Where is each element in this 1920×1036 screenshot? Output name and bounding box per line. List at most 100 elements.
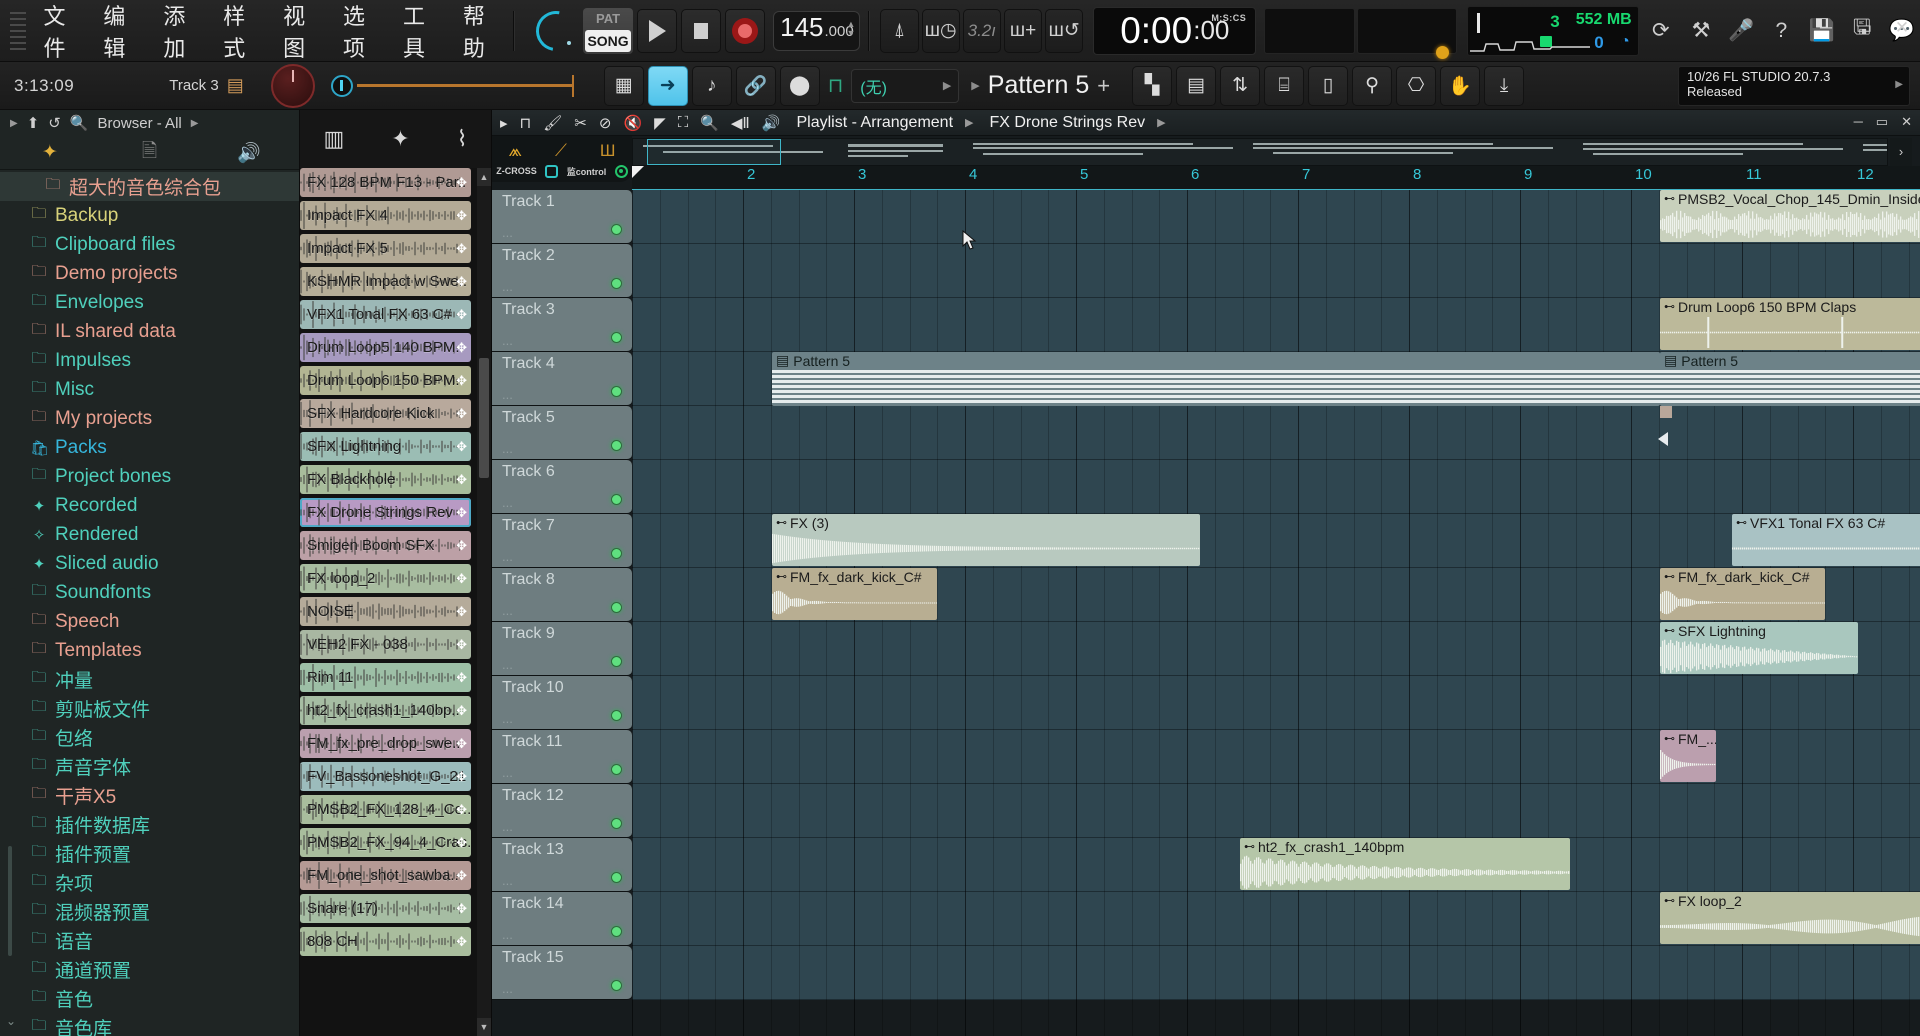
browser-item-4[interactable]: 🗀 Envelopes xyxy=(0,288,299,317)
master-volume-knob[interactable] xyxy=(527,2,584,59)
browser-item-12[interactable]: ✧ Rendered xyxy=(0,520,299,549)
playlist-audio-clip[interactable]: ⊷ FX (3) xyxy=(772,514,1200,566)
playlist-audio-clip[interactable]: ⊷FM_...ep xyxy=(1660,730,1716,782)
track-header[interactable]: Track 13... xyxy=(492,838,632,892)
browser-item-11[interactable]: ✦ Recorded xyxy=(0,491,299,520)
scroll-down-icon[interactable]: ▼ xyxy=(477,1018,491,1036)
playlist-minimize-button[interactable]: ─ xyxy=(1854,114,1863,130)
chevron-right-icon[interactable]: ▸ xyxy=(500,114,508,132)
drag-handle-icon[interactable]: ✥ xyxy=(456,604,467,620)
tap-tempo-button[interactable]: ⍋ xyxy=(880,8,919,53)
track-header[interactable]: Track 7... xyxy=(492,514,632,568)
channel-rack-button[interactable]: ▚ xyxy=(1132,65,1173,106)
menu-tools[interactable]: 工具 xyxy=(401,0,445,65)
drag-handle-icon[interactable]: ✥ xyxy=(456,571,467,587)
clip-source-row[interactable]: VEH2 FX - 038 ✥ xyxy=(300,630,471,659)
track-header[interactable]: Track 5... xyxy=(492,406,632,460)
stop-button[interactable] xyxy=(681,8,722,53)
drag-handle-icon[interactable]: ✥ xyxy=(456,307,467,323)
clip-source-row[interactable]: FV_Bassoneshot_G_21 ✥ xyxy=(300,762,471,791)
zoom-icon[interactable]: 🔍 xyxy=(700,114,719,132)
magnet-icon[interactable]: ⊓ xyxy=(520,114,532,132)
browser-item-27[interactable]: 🗀 通道预置 xyxy=(0,955,299,984)
clip-list-scrollbar[interactable]: ▲ ▼ xyxy=(477,168,491,1036)
drag-handle-icon[interactable]: ✥ xyxy=(456,208,467,224)
track-header[interactable]: Track 1... xyxy=(492,190,632,244)
browser-item-25[interactable]: 🗀 混频器预置 xyxy=(0,897,299,926)
track-enable-led[interactable] xyxy=(611,548,622,559)
browser-item-26[interactable]: 🗀 语音 xyxy=(0,926,299,955)
add-pattern-button[interactable]: + xyxy=(1097,73,1110,99)
zcross-toggle[interactable] xyxy=(545,164,559,178)
drag-handle-icon[interactable]: ✥ xyxy=(456,274,467,290)
track-header[interactable]: Track 8... xyxy=(492,568,632,622)
channel-rack-icon[interactable]: ▥ xyxy=(324,126,345,152)
drag-handle-icon[interactable]: ✥ xyxy=(456,835,467,851)
tab-audio-icon[interactable]: 🔊 xyxy=(199,141,299,165)
reset-button[interactable]: ⟳ xyxy=(1643,9,1679,53)
pattern-song-switch[interactable]: PAT SONG xyxy=(582,7,634,54)
playlist-grid-row[interactable] xyxy=(632,406,1920,460)
maximize-button[interactable]: ▭ xyxy=(1852,18,1876,38)
track-enable-led[interactable] xyxy=(611,224,622,235)
track-enable-led[interactable] xyxy=(611,602,622,613)
link-tool-button[interactable]: 🔗 xyxy=(735,65,776,106)
minimize-button[interactable]: ─ xyxy=(1814,18,1838,38)
track-enable-led[interactable] xyxy=(611,872,622,883)
browser-item-10[interactable]: 🗀 Project bones xyxy=(0,462,299,491)
scroll-up-icon[interactable]: ▲ xyxy=(477,168,491,186)
track-enable-led[interactable] xyxy=(611,440,622,451)
project-picker-button[interactable]: ▯ xyxy=(1308,65,1349,106)
track-header[interactable]: Track 3... xyxy=(492,298,632,352)
clip-source-row[interactable]: VFX1 Tonal FX 63 C# ✥ xyxy=(300,300,471,329)
automation-icon[interactable]: ⌇ xyxy=(457,126,468,152)
playlist-ruler[interactable]: 2 3 4 5 6 7 8 9 10 11 12 xyxy=(632,166,1920,190)
browser-search-icon[interactable]: 🔍 xyxy=(70,114,89,132)
browser-item-23[interactable]: 🗀 插件预置 xyxy=(0,839,299,868)
scroll-thumb[interactable] xyxy=(479,358,489,478)
clip-source-row[interactable]: NOISE ✥ xyxy=(300,597,471,626)
menu-add[interactable]: 添加 xyxy=(161,0,205,65)
playlist-speaker-icon[interactable]: 🔊 xyxy=(762,114,781,132)
drag-handle-icon[interactable]: ✥ xyxy=(456,934,467,950)
drag-handle-icon[interactable]: ✥ xyxy=(456,901,467,917)
browser-item-8[interactable]: 🗀 My projects xyxy=(0,404,299,433)
menu-edit[interactable]: 编辑 xyxy=(101,0,145,65)
browser-item-24[interactable]: 🗀 杂项 xyxy=(0,868,299,897)
drag-handle-icon[interactable]: ✥ xyxy=(456,868,467,884)
zoom-fit-icon[interactable]: ⛶ xyxy=(678,114,689,131)
clip-source-row[interactable]: Impact FX 5 ✥ xyxy=(300,234,471,263)
drag-handle-icon[interactable]: ✥ xyxy=(456,736,467,752)
drag-handle-icon[interactable]: ✥ xyxy=(456,340,467,356)
track-header[interactable]: Track 15... xyxy=(492,946,632,1000)
track-enable-led[interactable] xyxy=(611,980,622,991)
clip-source-row[interactable]: Snare (17) ✥ xyxy=(300,894,471,923)
clip-source-row[interactable]: KSHMR Impact w Swe.. ✥ xyxy=(300,267,471,296)
browser-item-16[interactable]: 🗀 Templates xyxy=(0,636,299,665)
browser-item-15[interactable]: 🗀 Speech xyxy=(0,607,299,636)
playlist-left-arrow-marker[interactable] xyxy=(1658,432,1668,446)
drag-handle-icon[interactable]: ✥ xyxy=(456,406,467,422)
drag-handle-icon[interactable]: ✥ xyxy=(456,472,467,488)
clip-source-row[interactable]: Drum Loop6 150 BPM.. ✥ xyxy=(300,366,471,395)
playlist-audio-clip[interactable]: ⊷ SFX Lightning xyxy=(1660,622,1858,674)
close-button[interactable]: ✕ xyxy=(1890,18,1914,38)
pattern-selector[interactable]: ▶ Pattern 5 + xyxy=(971,66,1110,106)
tempo-field[interactable]: 145 .000 ▲ ▼ xyxy=(773,10,861,51)
help-button[interactable]: ? xyxy=(1763,9,1799,53)
pattern-prev-icon[interactable]: ▶ xyxy=(971,79,979,92)
level-slider-handle[interactable] xyxy=(571,74,574,97)
track-enable-led[interactable] xyxy=(611,278,622,289)
clip-source-row[interactable]: SFX Lightning ✥ xyxy=(300,432,471,461)
drag-handle-icon[interactable]: ✥ xyxy=(456,637,467,653)
select-icon[interactable]: ◤ xyxy=(654,114,666,132)
browser-item-28[interactable]: 🗀 音色 xyxy=(0,984,299,1013)
clip-source-row[interactable]: Impact FX 4 ✥ xyxy=(300,201,471,230)
slip-tool-button[interactable]: ♪ xyxy=(691,65,732,106)
clip-source-row[interactable]: FX loop_2 ✥ xyxy=(300,564,471,593)
drag-handle-icon[interactable]: ✥ xyxy=(456,670,467,686)
clip-source-row[interactable]: PMSB2_FX_94_4_Cras.. ✥ xyxy=(300,828,471,857)
countdown-button[interactable]: 3.2ı xyxy=(962,8,1001,53)
clip-source-row[interactable]: Drum Loop5 140 BPM.. ✥ xyxy=(300,333,471,362)
playlist-maximize-button[interactable]: ▭ xyxy=(1876,114,1888,130)
